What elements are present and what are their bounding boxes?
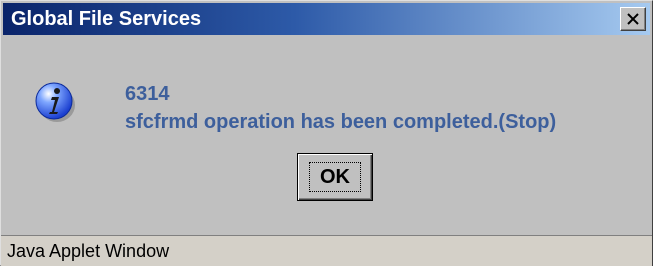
close-icon	[627, 13, 639, 25]
message-text: sfcfrmd operation has been completed.(St…	[125, 111, 557, 133]
title-bar[interactable]: Global File Services	[3, 3, 650, 35]
dialog-window: Global File Services 6314 sfcfrmd operat…	[0, 0, 653, 266]
status-text: Java Applet Window	[7, 241, 170, 261]
status-bar: Java Applet Window	[1, 235, 652, 266]
dialog-content: 6314 sfcfrmd operation has been complete…	[3, 37, 650, 233]
window-title: Global File Services	[11, 8, 202, 30]
ok-button[interactable]: OK	[297, 153, 373, 201]
information-icon	[35, 82, 75, 122]
ok-button-label: OK	[309, 162, 361, 192]
message-code: 6314	[125, 83, 170, 105]
close-button[interactable]	[620, 7, 646, 31]
